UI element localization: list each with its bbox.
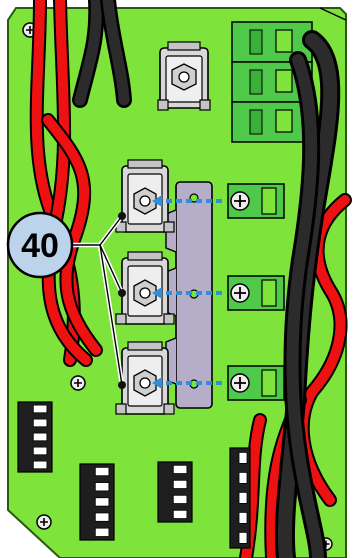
connector-pin [32, 418, 48, 428]
lug-hole-2 [139, 287, 151, 299]
lug-foot-right-2 [163, 313, 175, 325]
connector-pin [32, 460, 48, 470]
connector-pin [94, 466, 110, 477]
connector-pin [94, 482, 110, 492]
connector-block-4 [229, 447, 251, 549]
connector-pin [172, 464, 188, 474]
screw-terminal-slot-3 [261, 369, 277, 397]
screw-terminal-slot-1 [261, 187, 277, 215]
lug-top-tab-2 [127, 251, 163, 261]
lug-foot-left-2 [115, 313, 127, 325]
connector-pin [32, 404, 48, 414]
callout-number: 40 [21, 227, 59, 265]
mounting-screw-mid-left [70, 375, 86, 391]
lug-top-tab-3 [127, 341, 163, 351]
leader-dot-1 [118, 212, 126, 220]
lug-hole-1 [139, 195, 151, 207]
lug-foot-right-3 [163, 403, 175, 415]
connector-pin [238, 451, 248, 464]
connector-block-3 [157, 461, 193, 523]
connector-pin [238, 491, 248, 504]
connector-pin [94, 527, 110, 537]
connector-pin [94, 512, 110, 522]
connector-pin [32, 446, 48, 456]
connector-pin [172, 494, 188, 504]
connector-pin [172, 509, 188, 519]
lug-top-tab-1 [127, 159, 163, 169]
mounting-screw-bottom-left [36, 514, 52, 530]
wiring-diagram: 40 [0, 0, 353, 558]
connector-pin [32, 432, 48, 442]
leader-dot-2 [118, 289, 126, 297]
connector-block-2 [79, 463, 115, 541]
leader-dot-3 [118, 381, 126, 389]
connector-block-1 [17, 401, 53, 473]
lug-foot-left-3 [115, 403, 127, 415]
lug-foot-right-1 [163, 221, 175, 233]
lug-hole-3 [139, 377, 151, 389]
top-lug [157, 41, 211, 111]
connector-pin [238, 512, 248, 524]
connector-pin [172, 479, 188, 489]
connector-pin [94, 497, 110, 507]
screw-terminal-slot-2 [261, 279, 277, 307]
connector-pin [238, 471, 248, 484]
connector-pin [238, 532, 248, 544]
